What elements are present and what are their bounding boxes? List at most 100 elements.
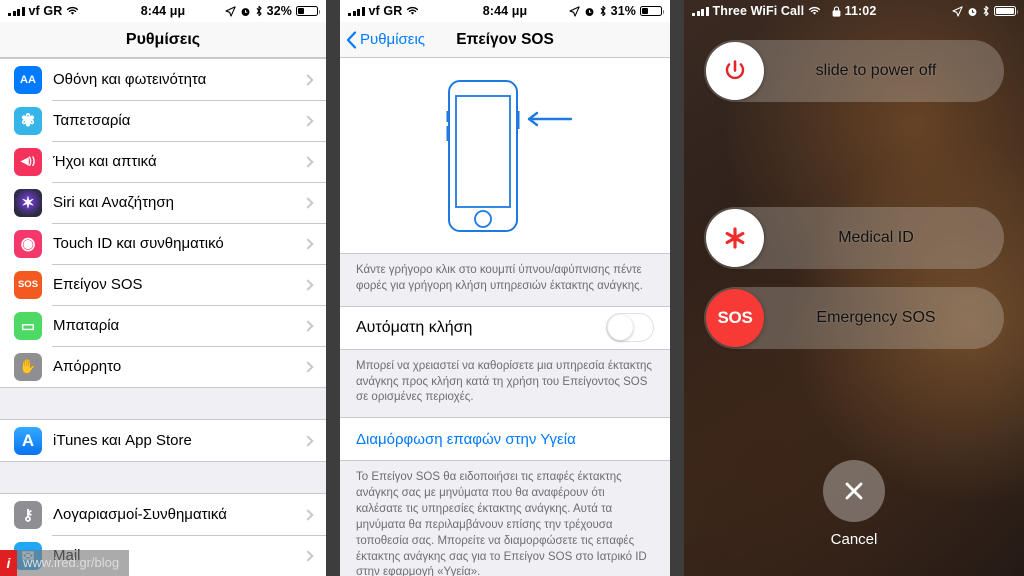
cancel-label: Cancel xyxy=(830,531,878,548)
settings-navbar: Ρυθμίσεις xyxy=(0,22,326,58)
bluetooth-icon xyxy=(983,5,989,17)
settings-row[interactable]: SOS Επείγον SOS xyxy=(0,264,326,305)
carrier-label: vf GR xyxy=(28,4,63,18)
chevron-right-icon xyxy=(302,360,314,373)
settings-row-label: Λογαριασμοί-Συνθηματικά xyxy=(53,506,227,523)
settings-row-label: Απόρρητο xyxy=(53,358,122,375)
status-bar: vf GR 8:44 μμ 31% xyxy=(340,0,670,22)
display-brightness-icon: AA xyxy=(14,65,42,94)
status-bar: Three WiFi Call 11:02 xyxy=(684,0,1024,22)
status-left: vf GR xyxy=(348,4,569,18)
chevron-right-icon xyxy=(302,549,314,562)
sos-knob[interactable]: SOS xyxy=(706,289,764,347)
sos-note-top: Κάντε γρήγορο κλικ στο κουμπί ύπνου/αφύπ… xyxy=(356,264,643,292)
signal-bars-icon xyxy=(8,6,25,16)
settings-list[interactable]: AA Οθόνη και φωτεινότητα ✾ Ταπετσαρία ◀)) Ήχο… xyxy=(0,58,326,576)
status-left: vf GR xyxy=(8,4,225,18)
bluetooth-icon xyxy=(600,5,606,17)
power-knob[interactable] xyxy=(706,42,764,100)
settings-row-label: Siri και Αναζήτηση xyxy=(53,194,174,211)
battery-icon: ▭ xyxy=(14,311,42,340)
medical-id-area: Medical ID xyxy=(684,102,1024,269)
settings-row[interactable]: ⚷ Λογαριασμοί-Συνθηματικά xyxy=(0,494,326,535)
status-bar: vf GR 8:44 μμ 32% xyxy=(0,0,326,22)
power-slider-label: slide to power off xyxy=(815,62,937,79)
settings-row-label: Επείγον SOS xyxy=(53,276,143,293)
settings-row-label: Ήχοι και απτικά xyxy=(53,153,157,170)
slide-to-power-off[interactable]: slide to power off xyxy=(704,40,1004,102)
settings-group: AA Οθόνη και φωτεινότητα ✾ Ταπετσαρία ◀)) Ήχο… xyxy=(0,58,326,388)
battery-icon xyxy=(640,6,664,16)
location-arrow-icon xyxy=(569,5,580,17)
settings-row[interactable]: ▭ Μπαταρία xyxy=(0,305,326,346)
chevron-right-icon xyxy=(302,196,314,209)
chevron-right-icon xyxy=(302,278,314,291)
medical-id-asterisk-icon xyxy=(725,227,745,249)
chevron-right-icon xyxy=(302,508,314,521)
battery-percent: 31% xyxy=(610,4,636,18)
battery-percent: 32% xyxy=(266,4,292,18)
configure-health-contacts-row[interactable]: Διαμόρφωση επαφών στην Υγεία xyxy=(340,417,670,462)
sos-navbar: Ρυθμίσεις Επείγον SOS xyxy=(340,22,670,58)
settings-row[interactable]: ✶ Siri και Αναζήτηση xyxy=(0,182,326,223)
accounts-passwords-key-icon: ⚷ xyxy=(14,500,42,529)
settings-row[interactable]: ◉ Touch ID και συνθηματικό xyxy=(0,223,326,264)
slide-medical-id[interactable]: Medical ID xyxy=(704,207,1004,269)
location-arrow-icon xyxy=(952,5,963,17)
settings-row-label: Οθόνη και φωτεινότητα xyxy=(53,71,207,88)
list-group-gap xyxy=(0,388,326,419)
alarm-icon xyxy=(585,7,594,16)
cancel-button[interactable] xyxy=(823,460,885,522)
settings-row[interactable]: ◀)) Ήχοι και απτικά xyxy=(0,141,326,182)
sos-content: Κάντε γρήγορο κλικ στο κουμπί ύπνου/αφύπ… xyxy=(340,58,670,576)
emergency-sos-area: SOS Emergency SOS xyxy=(684,269,1024,349)
slide-emergency-sos[interactable]: SOS Emergency SOS xyxy=(704,287,1004,349)
sos-note-bottom: Το Επείγον SOS θα ειδοποιήσει τις επαφές… xyxy=(356,471,647,576)
watermark: i www.ired.gr/blog xyxy=(0,550,130,576)
chevron-right-icon xyxy=(302,114,314,127)
chevron-right-icon xyxy=(302,155,314,168)
location-arrow-icon xyxy=(225,5,236,17)
status-right: 32% xyxy=(225,4,320,18)
auto-call-row[interactable]: Αυτόματη κλήση xyxy=(340,305,670,350)
medical-id-knob[interactable] xyxy=(706,209,764,267)
settings-row[interactable]: AiTunes και App Store xyxy=(0,420,326,461)
health-link-label: Διαμόρφωση επαφών στην Υγεία xyxy=(356,430,576,448)
wallpaper-icon: ✾ xyxy=(14,106,42,135)
settings-row[interactable]: ✋ Απόρρητο xyxy=(0,346,326,387)
chevron-right-icon xyxy=(302,73,314,86)
power-icon xyxy=(725,60,745,80)
wifi-icon xyxy=(407,7,419,15)
signal-bars-icon xyxy=(348,6,365,16)
chevron-left-icon xyxy=(346,30,357,49)
auto-call-toggle[interactable] xyxy=(606,313,654,343)
status-left: Three WiFi Call xyxy=(692,4,952,18)
settings-row-label: Μπαταρία xyxy=(53,317,120,334)
cancel-area: Cancel xyxy=(684,460,1024,548)
settings-row[interactable]: ✾ Ταπετσαρία xyxy=(0,100,326,141)
back-button[interactable]: Ρυθμίσεις xyxy=(340,30,425,49)
list-group-gap xyxy=(0,462,326,493)
medical-id-label: Medical ID xyxy=(838,229,914,246)
settings-row[interactable]: AA Οθόνη και φωτεινότητα xyxy=(0,59,326,100)
settings-group: AiTunes και App Store xyxy=(0,419,326,462)
touch-id-icon: ◉ xyxy=(14,229,42,258)
emergency-sos-icon: SOS xyxy=(14,270,42,299)
app-store-icon: A xyxy=(14,426,42,455)
sos-note-mid: Μπορεί να χρειαστεί να καθορίσετε μια υπ… xyxy=(356,359,652,404)
iphone-side-button-illustration xyxy=(446,79,573,232)
siri-icon: ✶ xyxy=(14,188,42,217)
sounds-haptics-icon: ◀)) xyxy=(14,147,42,176)
wifi-icon xyxy=(809,7,821,15)
power-off-panel: Three WiFi Call 11:02 slide to power off… xyxy=(684,0,1024,576)
sos-icon: SOS xyxy=(717,308,753,327)
watermark-url: www.ired.gr/blog xyxy=(17,550,130,576)
hero-illustration xyxy=(340,58,670,254)
privacy-hand-icon: ✋ xyxy=(14,352,42,381)
chevron-right-icon xyxy=(302,237,314,250)
battery-icon xyxy=(296,6,320,16)
settings-row-label: Ταπετσαρία xyxy=(53,112,131,129)
chevron-right-icon xyxy=(302,434,314,447)
power-slider-area: slide to power off xyxy=(684,22,1024,102)
alarm-icon xyxy=(241,7,250,16)
